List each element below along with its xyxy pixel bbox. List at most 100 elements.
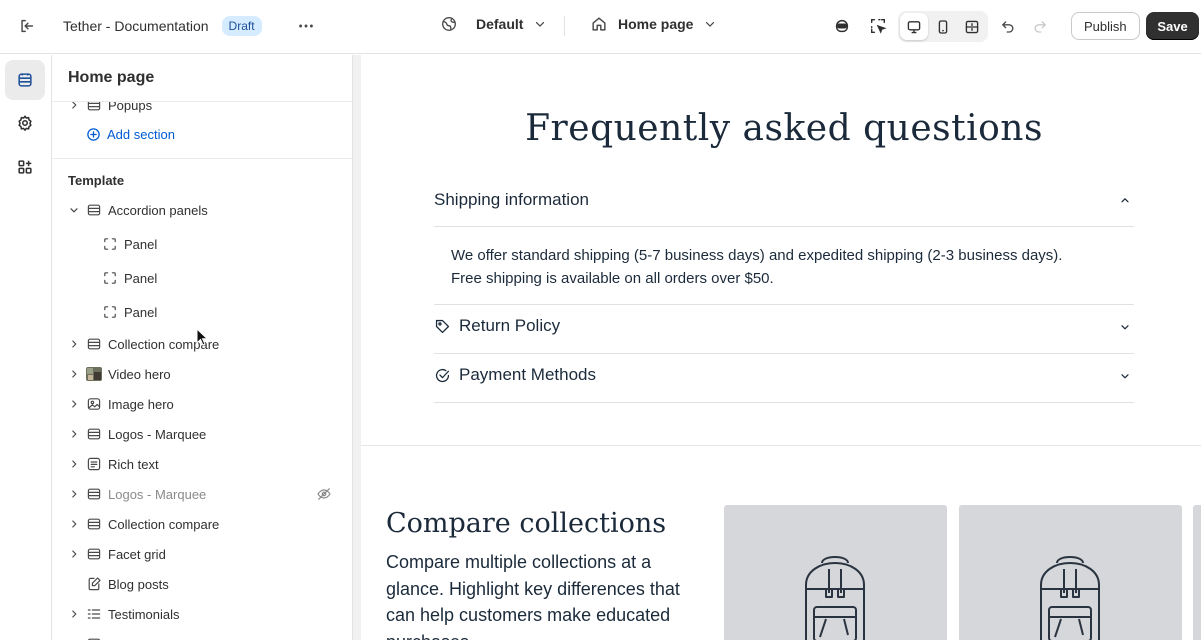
sidebar-item-label: Panel <box>124 237 158 252</box>
accordion-title: Return Policy <box>459 316 561 335</box>
sidebar-header: Home page <box>52 55 352 102</box>
block-icon <box>104 272 116 284</box>
list-icon <box>87 609 101 619</box>
accordion-header[interactable]: Payment Methods <box>434 365 596 385</box>
sidebar-item-rich-text[interactable]: Rich text <box>52 449 352 479</box>
exit-icon[interactable] <box>13 12 41 40</box>
sidebar-item-logos-marquee-hidden[interactable]: Logos - Marquee <box>52 479 352 509</box>
blog-icon <box>88 577 101 591</box>
accordion-item-payment-methods[interactable]: Payment Methods <box>434 354 1134 403</box>
publish-button[interactable]: Publish <box>1071 12 1140 40</box>
ai-assistant-icon[interactable] <box>828 12 856 40</box>
accordion-header[interactable]: Return Policy <box>434 316 560 336</box>
sidebar-item-label: Facet grid <box>108 547 166 562</box>
add-section-label: Add section <box>107 127 175 142</box>
compare-heading: Compare collections <box>386 508 667 539</box>
redo-icon[interactable] <box>1026 12 1054 40</box>
sidebar-item-panel[interactable]: Panel <box>52 263 352 293</box>
apps-icon[interactable] <box>5 147 45 187</box>
chevron-up-icon[interactable] <box>1119 194 1131 206</box>
sidebar-item-label: Rich text <box>108 457 159 472</box>
sidebar-item-facet-grid[interactable]: Facet grid <box>52 539 352 569</box>
viewport-switcher <box>898 11 988 42</box>
top-bar: Tether - Documentation Draft Default Hom… <box>0 0 1201 54</box>
collection-card[interactable] <box>724 505 947 640</box>
save-button[interactable]: Save <box>1146 12 1199 40</box>
chevron-right-icon[interactable] <box>68 518 80 530</box>
image-icon <box>87 398 101 410</box>
section-icon <box>87 638 101 640</box>
topbar-divider <box>564 16 565 36</box>
sidebar-item-label: Accordion panels <box>108 203 208 218</box>
section-separator <box>361 445 1201 446</box>
chevron-right-icon[interactable] <box>68 398 80 410</box>
sidebar-item-label: Logos - Marquee <box>108 487 207 502</box>
section-icon <box>87 518 101 530</box>
sidebar-item-testimonials[interactable]: Testimonials <box>52 599 352 629</box>
collection-card-partial[interactable] <box>1193 505 1201 640</box>
chevron-right-icon[interactable] <box>68 608 80 620</box>
page-dropdown[interactable]: Home page <box>590 15 717 33</box>
theme-dropdown[interactable]: Default <box>440 15 547 33</box>
chevron-right-icon[interactable] <box>68 338 80 350</box>
more-actions-icon[interactable] <box>292 12 320 40</box>
sidebar-item-label: Panel <box>124 271 158 286</box>
left-rail <box>0 55 52 640</box>
sidebar-item-label: Blog posts <box>108 577 169 592</box>
mobile-view-icon[interactable] <box>929 13 957 40</box>
check-circle-icon <box>435 368 450 382</box>
add-section-link[interactable]: Add section <box>86 127 175 142</box>
chevron-down-icon[interactable] <box>68 204 80 216</box>
sidebar-item-video-hero[interactable]: Video hero <box>52 359 352 389</box>
sidebar-item-blog-posts[interactable]: Blog posts <box>52 569 352 599</box>
chevron-down-icon[interactable] <box>1119 370 1131 382</box>
sidebar-item-partial[interactable] <box>52 629 352 640</box>
theme-settings-icon[interactable] <box>5 103 45 143</box>
sidebar-item-panel[interactable]: Panel <box>52 297 352 327</box>
section-icon <box>87 428 101 440</box>
sidebar-item-panel[interactable]: Panel <box>52 229 352 259</box>
status-badge: Draft <box>221 16 262 36</box>
fullwidth-view-icon[interactable] <box>958 13 986 40</box>
store-header: Tether - Documentation Draft <box>63 16 262 36</box>
sidebar-title: Home page <box>68 69 155 86</box>
plus-circle-icon <box>87 128 100 141</box>
section-sidebar: Home page Popups Add section Template Ac… <box>52 55 352 640</box>
sidebar-item-collection-compare-2[interactable]: Collection compare <box>52 509 352 539</box>
sidebar-item-label: Collection compare <box>108 517 220 532</box>
home-icon <box>592 17 606 31</box>
collection-card[interactable] <box>959 505 1182 640</box>
chevron-right-icon[interactable] <box>68 428 80 440</box>
backpack-placeholder-icon <box>805 556 865 640</box>
page-dropdown-label: Home page <box>618 16 694 32</box>
sidebar-item-label: Testimonials <box>108 607 180 622</box>
template-group-label: Template <box>68 173 125 188</box>
sidebar-item-image-hero[interactable]: Image hero <box>52 389 352 419</box>
accordion-item-shipping[interactable]: Shipping information <box>434 180 1134 227</box>
chevron-down-icon[interactable] <box>1119 321 1131 333</box>
undo-icon[interactable] <box>994 12 1022 40</box>
sidebar-item-label: Panel <box>124 305 158 320</box>
section-icon <box>87 204 101 216</box>
sidebar-item-logos-marquee[interactable]: Logos - Marquee <box>52 419 352 449</box>
sections-icon[interactable] <box>5 60 45 100</box>
video-thumbnail-icon <box>86 367 102 381</box>
sidebar-item-label: Video hero <box>108 367 171 382</box>
accordion-header[interactable]: Shipping information <box>434 190 589 210</box>
accordion-title: Shipping information <box>434 190 589 209</box>
sidebar-item-accordion-panels[interactable]: Accordion panels <box>52 195 352 225</box>
chevron-right-icon[interactable] <box>68 458 80 470</box>
chevron-right-icon[interactable] <box>68 368 80 380</box>
accordion-item-return-policy[interactable]: Return Policy <box>434 305 1134 354</box>
chevron-right-icon[interactable] <box>68 488 80 500</box>
globe-icon <box>442 17 456 31</box>
chevron-down-icon <box>536 21 545 27</box>
desktop-view-icon[interactable] <box>900 13 928 40</box>
store-title: Tether - Documentation <box>63 18 209 34</box>
backpack-placeholder-icon <box>1040 556 1100 640</box>
eye-hidden-icon[interactable] <box>316 486 332 502</box>
inspector-select-icon[interactable] <box>864 12 892 40</box>
store-preview: Frequently asked questions Shipping info… <box>361 62 1201 640</box>
chevron-right-icon[interactable] <box>68 548 80 560</box>
mouse-cursor-icon <box>196 328 208 346</box>
